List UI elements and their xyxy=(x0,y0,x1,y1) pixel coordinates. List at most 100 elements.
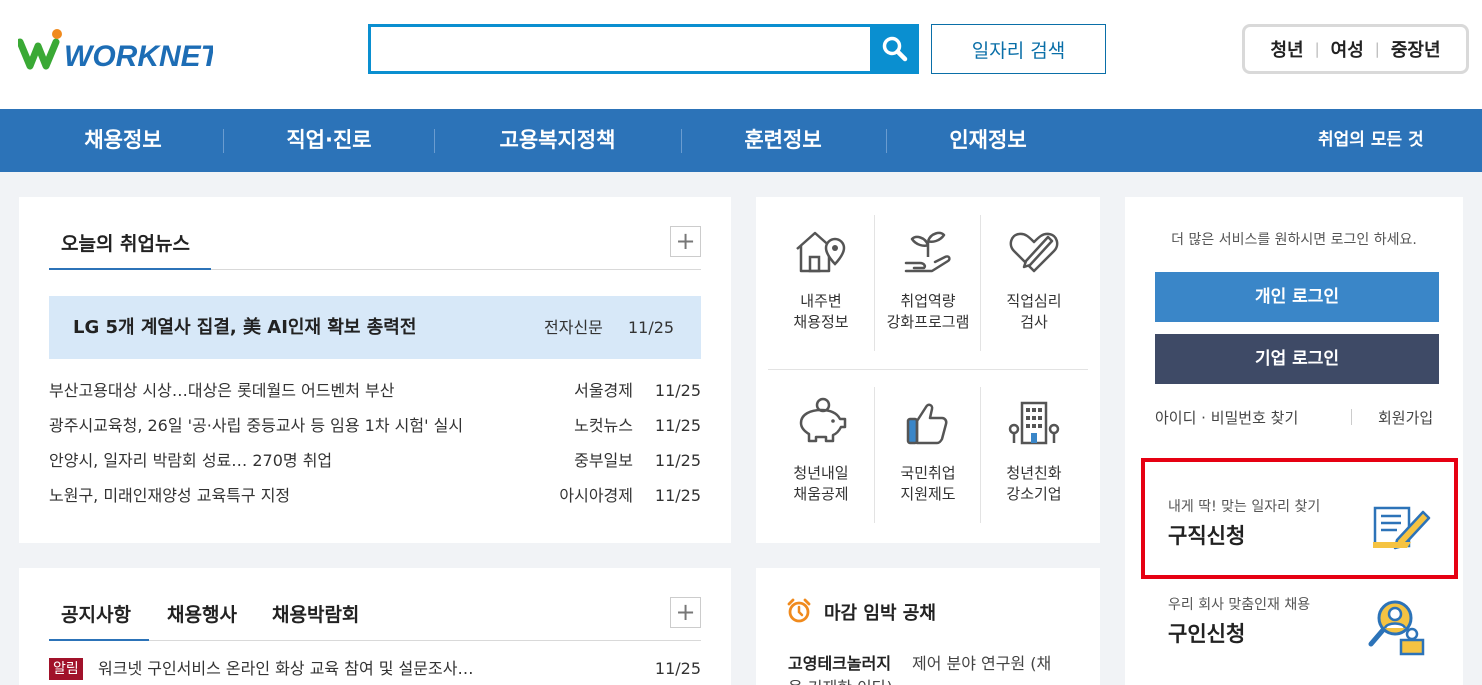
notice-item[interactable]: 알림 워크넷 구인서비스 온라인 화상 교육 참여 및 설문조사… 11/25 xyxy=(49,657,701,683)
service-national-employment[interactable]: 국민취업지원제도 xyxy=(875,395,981,545)
service-label: 내주변 xyxy=(800,292,842,310)
nav-item-recruitment[interactable]: 채용정보 xyxy=(48,109,198,172)
notice-more-button[interactable]: + xyxy=(670,597,701,628)
news-more-button[interactable]: + xyxy=(670,226,701,257)
alarm-clock-icon xyxy=(787,598,811,623)
job-apply-title: 구직신청 xyxy=(1168,524,1246,548)
news-source: 서울경제 xyxy=(574,381,633,400)
deadline-job-continued[interactable]: 용 기재한 이다) xyxy=(788,674,893,685)
deadline-panel: 마감 임박 공채 고영테크놀러지 제어 분야 연구원 (채 용 기재한 이다) xyxy=(756,568,1100,685)
nav-divider xyxy=(434,129,435,153)
service-youth-friendly-company[interactable]: 청년친화강소기업 xyxy=(981,395,1087,545)
service-label: 직업심리 xyxy=(1006,292,1062,310)
news-item[interactable]: 노원구, 미래인재양성 교육특구 지정 아시아경제 11/25 xyxy=(49,478,701,513)
search-input[interactable] xyxy=(368,24,870,74)
age-link-middle-aged[interactable]: 중장년 xyxy=(1391,36,1441,62)
nav-item-career[interactable]: 직업·진로 xyxy=(254,109,404,172)
main-nav: 채용정보 직업·진로 고용복지정책 훈련정보 인재정보 취업의 모든 것 xyxy=(0,109,1482,172)
active-tab-underline xyxy=(49,639,149,641)
news-title: 안양시, 일자리 박람회 성료… 270명 취업 xyxy=(49,451,333,470)
deadline-company[interactable]: 고영테크놀러지 xyxy=(788,650,891,674)
news-source: 아시아경제 xyxy=(559,486,633,505)
deadline-title: 마감 임박 공채 xyxy=(824,603,936,624)
join-link[interactable]: 회원가입 xyxy=(1378,407,1433,428)
headline-source: 전자신문 xyxy=(544,318,603,337)
tab-recruit-events[interactable]: 채용행사 xyxy=(167,600,237,627)
headline-date: 11/25 xyxy=(628,318,675,337)
news-title: 노원구, 미래인재양성 교육특구 지정 xyxy=(49,486,291,505)
document-pencil-icon xyxy=(1373,506,1431,550)
service-label: 검사 xyxy=(1020,313,1048,331)
headline-title: LG 5개 계열사 집결, 美 AI인재 확보 총력전 xyxy=(73,317,417,338)
divider: | xyxy=(1374,40,1380,58)
age-link-women[interactable]: 여성 xyxy=(1331,36,1364,62)
notice-date: 11/25 xyxy=(654,659,701,678)
nav-item-talent[interactable]: 인재정보 xyxy=(913,109,1063,172)
news-item[interactable]: 부산고용대상 시상…대상은 롯데월드 어드벤처 부산 서울경제 11/25 xyxy=(49,373,701,408)
tab-today-news[interactable]: 오늘의 취업뉴스 xyxy=(61,229,190,256)
notice-panel: 공지사항 채용행사 채용박람회 + 알림 워크넷 구인서비스 온라인 화상 교육… xyxy=(19,568,731,685)
service-label: 지원제도 xyxy=(900,485,956,503)
age-group-links: 청년 | 여성 | 중장년 xyxy=(1242,24,1469,74)
news-source: 중부일보 xyxy=(574,451,633,470)
job-apply-subtitle: 내게 딱! 맞는 일자리 찾기 xyxy=(1168,499,1321,515)
nav-divider xyxy=(681,129,682,153)
recruiter-apply-button[interactable]: 우리 회사 맞춤인재 채용 구인신청 xyxy=(1145,590,1454,685)
sprout-hand-icon xyxy=(904,231,951,273)
personal-login-button[interactable]: 개인 로그인 xyxy=(1155,272,1439,322)
service-youth-tomorrow[interactable]: 청년내일채움공제 xyxy=(768,395,874,545)
building-icon xyxy=(1008,401,1060,445)
nav-all-link[interactable]: 취업의 모든 것 xyxy=(1318,109,1424,172)
service-label: 청년내일 xyxy=(793,464,849,482)
header: WORKNET 일자리 검색 청년 | 여성 | 중장년 xyxy=(0,0,1482,109)
service-nearby-jobs[interactable]: 내주변채용정보 xyxy=(768,223,874,373)
find-id-password-link[interactable]: 아이디 · 비밀번호 찾기 xyxy=(1155,407,1298,428)
services-panel: 내주변채용정보 취업역량강화프로그램 직업심리검사 청년내일채움공제 국민취업지… xyxy=(756,197,1100,543)
job-seeker-apply-button[interactable]: 내게 딱! 맞는 일자리 찾기 구직신청 xyxy=(1141,458,1458,579)
news-source: 노컷뉴스 xyxy=(574,416,633,435)
nav-divider xyxy=(886,129,887,153)
tab-job-fairs[interactable]: 채용박람회 xyxy=(272,600,359,627)
magnifier-person-icon xyxy=(1368,600,1425,656)
headline-news[interactable]: LG 5개 계열사 집결, 美 AI인재 확보 총력전 전자신문 11/25 xyxy=(49,296,701,359)
deadline-job[interactable]: 제어 분야 연구원 (채 xyxy=(912,650,1051,674)
notice-title: 워크넷 구인서비스 온라인 화상 교육 참여 및 설문조사… xyxy=(98,659,474,678)
service-psych-test[interactable]: 직업심리검사 xyxy=(981,223,1087,373)
logo-text: WORKNET xyxy=(64,40,213,73)
nav-item-welfare-policy[interactable]: 고용복지정책 xyxy=(470,109,645,172)
search-button[interactable] xyxy=(870,24,919,74)
service-label: 강화프로그램 xyxy=(886,313,970,331)
news-item[interactable]: 광주시교육청, 26일 '공·사립 중등교사 등 임용 1차 시험' 실시 노컷… xyxy=(49,408,701,443)
service-label: 취업역량 xyxy=(900,292,956,310)
news-item[interactable]: 안양시, 일자리 박람회 성료… 270명 취업 중부일보 11/25 xyxy=(49,443,701,478)
company-login-button[interactable]: 기업 로그인 xyxy=(1155,334,1439,384)
news-panel: 오늘의 취업뉴스 + LG 5개 계열사 집결, 美 AI인재 확보 총력전 전… xyxy=(19,197,731,543)
service-label: 채움공제 xyxy=(793,485,849,503)
worknet-logo[interactable]: WORKNET xyxy=(16,24,222,74)
search-icon xyxy=(882,36,907,62)
service-label: 강소기업 xyxy=(1006,485,1062,503)
hire-apply-title: 구인신청 xyxy=(1168,622,1246,646)
job-search-button[interactable]: 일자리 검색 xyxy=(931,24,1106,74)
service-label: 채용정보 xyxy=(793,313,849,331)
news-date: 11/25 xyxy=(654,451,701,470)
thumbs-up-icon xyxy=(906,403,948,445)
news-title: 광주시교육청, 26일 '공·사립 중등교사 등 임용 1차 시험' 실시 xyxy=(49,416,464,435)
divider xyxy=(1351,409,1352,425)
service-label: 청년친화 xyxy=(1006,464,1062,482)
notice-badge: 알림 xyxy=(49,658,83,680)
heart-pencil-icon xyxy=(1009,232,1059,273)
divider: | xyxy=(1314,40,1320,58)
active-tab-underline xyxy=(49,268,211,270)
news-date: 11/25 xyxy=(654,416,701,435)
nav-divider xyxy=(223,129,224,153)
hire-apply-subtitle: 우리 회사 맞춤인재 채용 xyxy=(1168,597,1311,613)
age-link-youth[interactable]: 청년 xyxy=(1270,36,1303,62)
piggy-bank-icon xyxy=(799,397,847,443)
nav-item-training[interactable]: 훈련정보 xyxy=(708,109,858,172)
service-employment-capacity[interactable]: 취업역량강화프로그램 xyxy=(875,223,981,373)
tab-baseline xyxy=(149,640,701,641)
service-label: 국민취업 xyxy=(900,464,956,482)
tab-notices[interactable]: 공지사항 xyxy=(61,600,131,627)
news-title: 부산고용대상 시상…대상은 롯데월드 어드벤처 부산 xyxy=(49,381,395,400)
